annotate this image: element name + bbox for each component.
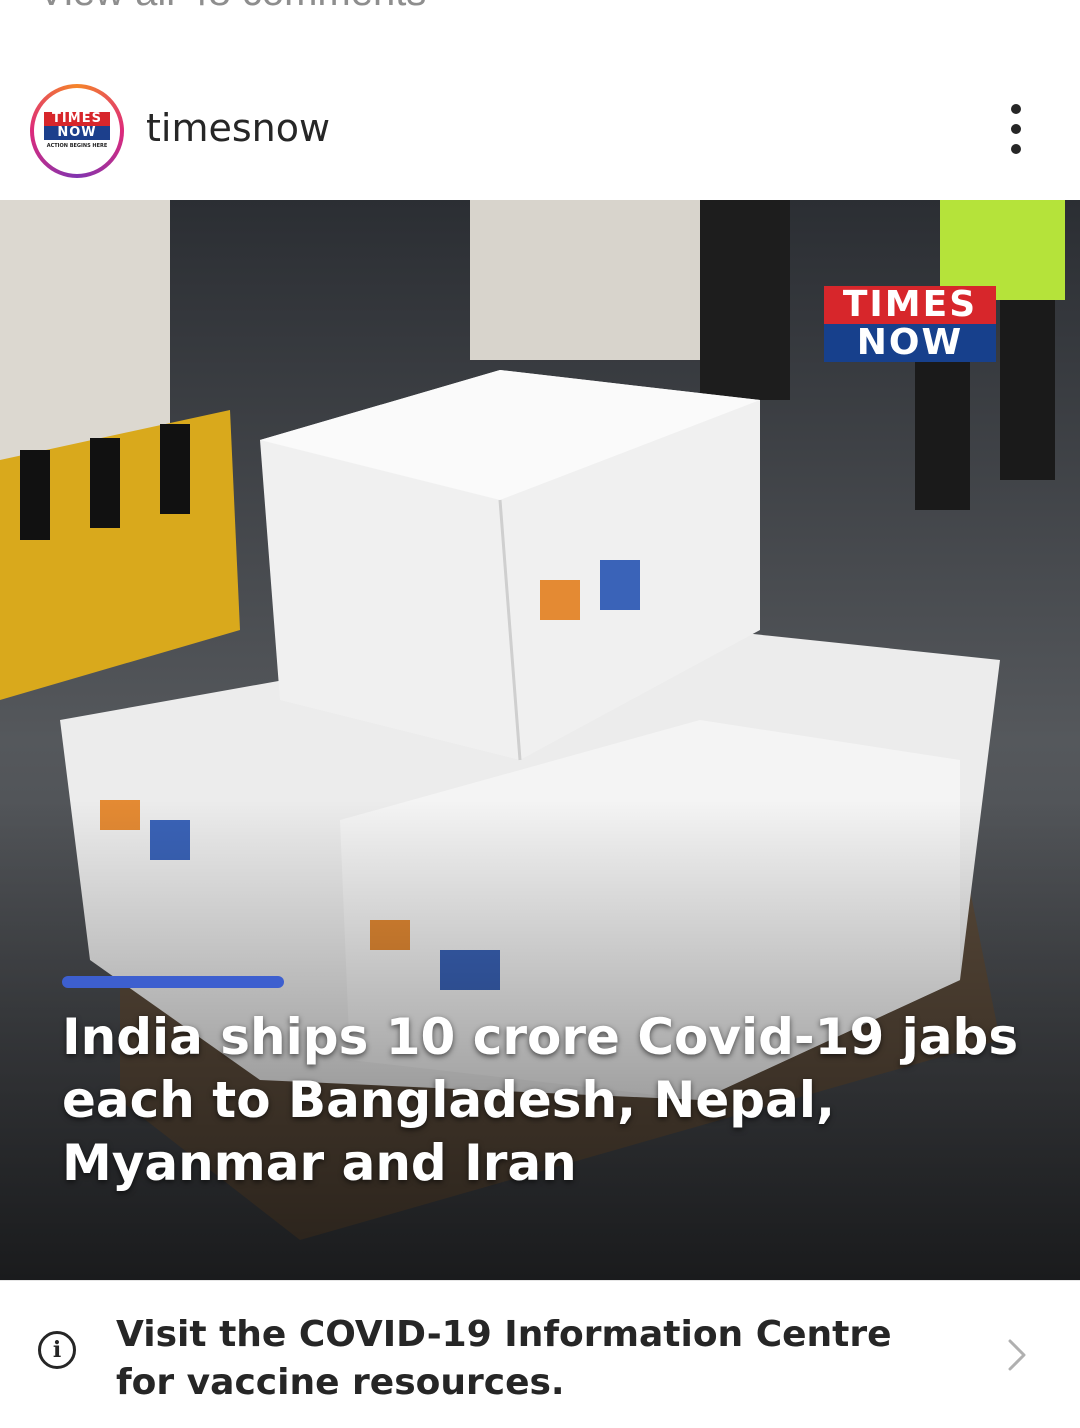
more-options-button[interactable] — [996, 104, 1036, 160]
watermark-line2: NOW — [824, 324, 996, 362]
image-headline: India ships 10 crore Covid-19 jabs each … — [62, 1008, 1019, 1192]
covid-info-banner[interactable]: i Visit the COVID-19 Information Centre … — [0, 1280, 1080, 1428]
watermark-line1: TIMES — [824, 286, 996, 324]
logo-tagline: ACTION BEGINS HERE — [46, 143, 108, 149]
info-banner-text: Visit the COVID-19 Information Centre fo… — [116, 1314, 892, 1403]
avatar-image: TIMES NOW ACTION BEGINS HERE — [34, 88, 120, 174]
avatar[interactable]: TIMES NOW ACTION BEGINS HERE — [30, 84, 124, 178]
view-all-comments-link[interactable]: View all 48 comments — [38, 0, 426, 15]
post-image[interactable]: TIMES NOW India ships 10 crore Covid-19 … — [0, 200, 1080, 1280]
times-now-watermark: TIMES NOW — [824, 286, 996, 362]
username[interactable]: timesnow — [146, 106, 330, 150]
instagram-post-screen: View all 48 comments TIMES NOW ACTION BE… — [0, 0, 1080, 1428]
chevron-right-icon — [1008, 1339, 1026, 1371]
post-header: TIMES NOW ACTION BEGINS HERE timesnow — [0, 62, 1080, 200]
logo-line2: NOW — [44, 126, 110, 140]
info-icon: i — [38, 1331, 76, 1369]
times-now-logo: TIMES NOW ACTION BEGINS HERE — [44, 112, 110, 149]
logo-line1: TIMES — [44, 112, 110, 126]
headline-accent-bar — [62, 976, 284, 988]
